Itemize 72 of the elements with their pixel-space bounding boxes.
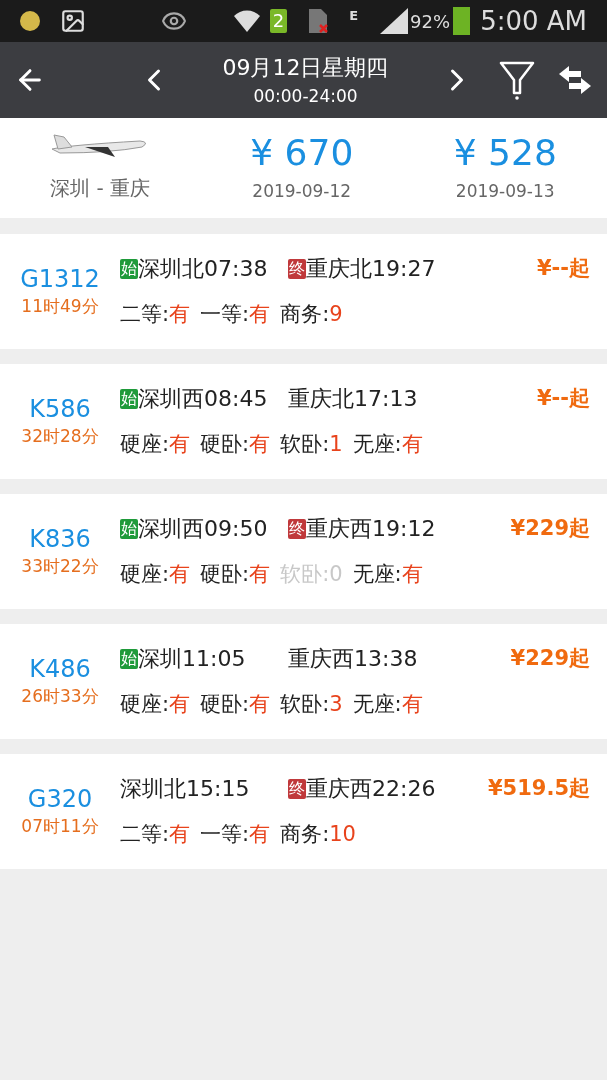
seat-availability: 软卧:1 [280,431,343,459]
train-price: ¥--起 [536,385,591,412]
signal-icon [380,8,409,34]
origin-badge: 始 [120,388,138,409]
seat-availability: 一等:有 [200,301,271,329]
station-time: 深圳11:05 [138,645,246,674]
origin-badge: 始 [120,258,138,279]
train-price: ¥229起 [510,645,591,672]
seat-availability: 二等:有 [120,821,191,849]
seat-availability: 无座:有 [352,691,423,719]
seat-availability: 无座:有 [352,431,423,459]
seat-availability: 商务:10 [280,821,356,849]
time-range: 00:00-24:00 [253,84,358,108]
filter-icon[interactable] [499,60,535,100]
flight-route: 深圳 - 重庆 [50,175,150,202]
train-duration: 26时33分 [21,684,99,708]
sim-badge: 2 [269,9,288,33]
station-time: 重庆北17:13 [288,385,418,414]
image-icon [60,8,86,34]
network-type: E [349,7,359,25]
train-number: K836 [29,523,91,554]
flight-card[interactable]: 深圳 - 重庆 ¥ 670 2019-09-12 ¥ 528 2019-09-13 [0,118,607,218]
flight-price: ¥ 528 [453,131,557,176]
train-price: ¥229起 [510,515,591,542]
swap-icon[interactable] [557,64,593,96]
train-duration: 07时11分 [21,814,99,838]
seat-availability: 商务:9 [280,301,343,329]
wifi-icon [231,8,262,34]
seat-availability: 软卧:3 [280,691,343,719]
train-number: G1312 [20,263,100,294]
train-number: K486 [29,653,91,684]
train-card[interactable]: K586 32时28分 始深圳西08:45 重庆北17:13 ¥--起 硬座:有 硬卧:有 软卧:1 无座:有 [0,364,607,479]
train-card[interactable]: G320 07时11分 深圳北15:15 终重庆西22:26 ¥519.5起 二等:有 一等:有 商务:10 [0,754,607,869]
seat-availability: 硬座:有 [120,691,191,719]
train-price: ¥519.5起 [487,775,591,802]
station-time: 深圳北15:15 [120,775,250,804]
terminus-badge: 终 [288,778,306,799]
sim-card-icon [307,7,330,35]
clock: 5:00 AM [480,4,587,38]
seat-availability: 无座:有 [352,561,423,589]
flight-price: ¥ 670 [250,131,354,176]
flight-date: 2019-09-13 [455,180,555,204]
seat-availability: 硬卧:有 [200,561,271,589]
train-card[interactable]: K486 26时33分 始深圳11:05 重庆西13:38 ¥229起 硬座:有 硬卧:有 软卧:3 无座:有 [0,624,607,739]
train-price: ¥--起 [536,255,591,282]
station-time: 深圳西09:50 [138,515,268,544]
seat-availability: 硬座:有 [120,561,191,589]
train-number: G320 [27,783,93,814]
seat-availability: 一等:有 [200,821,271,849]
train-number: K586 [29,393,91,424]
station-time: 重庆西19:12 [306,515,436,544]
station-time: 深圳西08:45 [138,385,268,414]
date-title: 09月12日星期四 [222,53,389,82]
seat-availability: 硬卧:有 [200,431,271,459]
terminus-badge: 终 [288,258,306,279]
origin-badge: 始 [120,648,138,669]
origin-badge: 始 [120,518,138,539]
station-time: 重庆西22:26 [306,775,436,804]
battery-icon [453,7,471,35]
station-time: 重庆西13:38 [288,645,418,674]
terminus-badge: 终 [288,518,306,539]
battery-percent: 92% [410,9,451,34]
station-time: 重庆北19:27 [306,255,436,284]
train-duration: 32时28分 [21,424,99,448]
seat-availability: 二等:有 [120,301,191,329]
train-card[interactable]: G1312 11时49分 始深圳北07:38 终重庆北19:27 ¥--起 二等:有 一等:有 商务:9 [0,234,607,349]
train-duration: 33时22分 [21,554,99,578]
seat-availability: 硬卧:有 [200,691,271,719]
train-duration: 11时49分 [21,294,99,318]
flight-date: 2019-09-12 [252,180,352,204]
station-time: 深圳北07:38 [138,255,268,284]
seat-availability: 硬座:有 [120,431,191,459]
